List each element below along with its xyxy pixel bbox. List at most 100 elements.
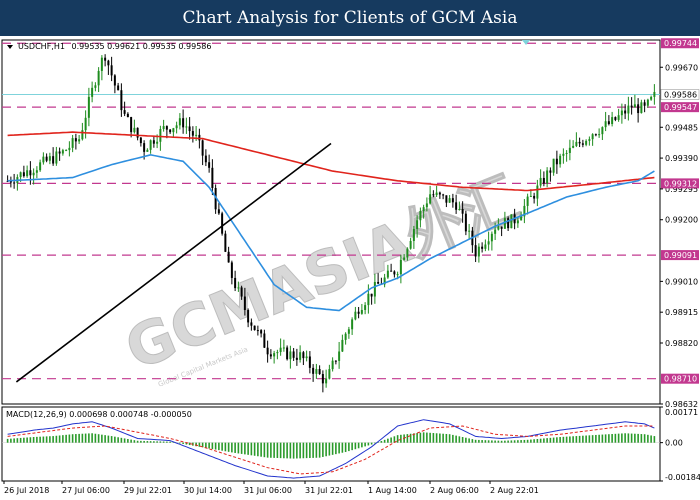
candle-body bbox=[94, 85, 97, 88]
macd-histogram-bar bbox=[465, 437, 467, 443]
candle-body bbox=[451, 198, 454, 203]
macd-histogram-bar bbox=[627, 433, 630, 443]
candle-body bbox=[123, 110, 126, 114]
macd-histogram-bar bbox=[552, 437, 555, 443]
macd-histogram-bar bbox=[526, 439, 529, 443]
candle-body bbox=[581, 143, 584, 145]
macd-y-tick-label: 0.00171 bbox=[665, 408, 698, 417]
candle-body bbox=[484, 244, 487, 249]
macd-histogram-bar bbox=[634, 433, 636, 443]
macd-histogram-bar bbox=[653, 436, 656, 443]
macd-histogram-bar bbox=[435, 433, 438, 443]
macd-histogram-bar bbox=[305, 442, 308, 459]
candle-body bbox=[403, 257, 406, 260]
candle-body bbox=[81, 130, 84, 140]
chart-symbol-info: USDCHF,H1 0.99535 0.99621 0.99535 0.9958… bbox=[18, 42, 211, 51]
macd-histogram-bar bbox=[218, 442, 220, 451]
macd-histogram-bar bbox=[523, 439, 526, 443]
macd-histogram-bar bbox=[23, 437, 25, 443]
candle-body bbox=[646, 99, 649, 106]
candle-body bbox=[494, 229, 497, 234]
macd-histogram-bar bbox=[143, 440, 145, 443]
candle-body bbox=[273, 353, 276, 357]
candle-body bbox=[526, 196, 529, 206]
candle-body bbox=[432, 194, 435, 196]
candle-body bbox=[351, 319, 354, 330]
macd-histogram-bar bbox=[296, 442, 298, 459]
macd-histogram-bar bbox=[344, 442, 347, 453]
candle-body bbox=[61, 150, 64, 154]
candle-body bbox=[653, 91, 656, 97]
candle-body bbox=[328, 369, 331, 379]
candle-body bbox=[419, 211, 422, 221]
candle-body bbox=[113, 75, 116, 86]
y-tick-label: 0.99670 bbox=[665, 63, 698, 72]
candle-body bbox=[549, 170, 552, 173]
macd-histogram-bar bbox=[114, 436, 116, 443]
candle-body bbox=[331, 360, 334, 370]
macd-histogram-bar bbox=[65, 434, 67, 443]
candle-body bbox=[308, 356, 311, 368]
candle-body bbox=[78, 139, 81, 142]
macd-histogram-bar bbox=[458, 436, 461, 443]
x-tick-label: 2 Aug 22:01 bbox=[490, 486, 539, 495]
macd-histogram-bar bbox=[78, 433, 80, 443]
macd-histogram-bar bbox=[283, 442, 285, 459]
candle-body bbox=[591, 134, 594, 140]
y-tick-label: 0.99485 bbox=[665, 123, 698, 132]
macd-histogram-bar bbox=[315, 442, 318, 458]
macd-histogram-bar bbox=[582, 435, 584, 443]
y-tick-label: 0.99010 bbox=[665, 277, 698, 286]
macd-histogram-bar bbox=[16, 438, 19, 443]
candle-body bbox=[533, 195, 536, 199]
candle-body bbox=[461, 209, 464, 214]
macd-histogram-bar bbox=[533, 439, 535, 443]
candle-body bbox=[578, 141, 581, 144]
candle-body bbox=[68, 147, 71, 151]
macd-histogram-bar bbox=[286, 442, 288, 459]
candle-body bbox=[302, 352, 305, 359]
macd-histogram-bar bbox=[471, 439, 474, 443]
candle-body bbox=[172, 128, 175, 133]
candle-body bbox=[360, 309, 363, 314]
candle-body bbox=[247, 310, 250, 323]
candle-body bbox=[552, 158, 555, 173]
candle-body bbox=[178, 118, 181, 126]
macd-histogram-bar bbox=[266, 442, 269, 458]
macd-histogram-bar bbox=[19, 437, 22, 443]
macd-histogram-bar bbox=[426, 432, 428, 443]
macd-histogram-bar bbox=[617, 433, 620, 443]
macd-histogram-bar bbox=[71, 434, 74, 443]
macd-histogram-bar bbox=[422, 432, 425, 443]
candle-body bbox=[117, 85, 120, 91]
candle-body bbox=[266, 347, 269, 355]
macd-histogram-bar bbox=[130, 439, 132, 443]
macd-histogram-bar bbox=[62, 435, 64, 443]
macd-histogram-bar bbox=[647, 434, 649, 443]
macd-histogram-bar bbox=[588, 435, 591, 443]
candle-body bbox=[435, 192, 438, 196]
candle-body bbox=[26, 170, 29, 177]
macd-histogram-bar bbox=[104, 435, 106, 443]
macd-histogram-bar bbox=[624, 433, 626, 443]
macd-histogram-bar bbox=[348, 442, 350, 452]
candle-body bbox=[240, 287, 243, 297]
candle-body bbox=[354, 311, 357, 320]
macd-histogram-bar bbox=[260, 442, 262, 457]
macd-histogram-bar bbox=[325, 442, 327, 457]
candle-body bbox=[604, 121, 607, 128]
candle-body bbox=[230, 262, 233, 278]
chart-symbol: USDCHF,H1 bbox=[18, 42, 65, 51]
macd-histogram-bar bbox=[448, 434, 451, 443]
candle-body bbox=[315, 369, 318, 374]
candle-body bbox=[539, 177, 542, 186]
macd-histogram-bar bbox=[149, 441, 152, 443]
candle-body bbox=[19, 172, 22, 178]
page-title: Chart Analysis for Clients of GCM Asia bbox=[0, 0, 700, 36]
macd-histogram-bar bbox=[637, 433, 639, 443]
candle-body bbox=[175, 125, 178, 129]
macd-histogram-bar bbox=[608, 434, 610, 443]
time-axis: 26 Jul 2018 27 Jul 06:00 29 Jul 22:01 30 Ju… bbox=[3, 481, 539, 495]
candle-body bbox=[481, 246, 484, 249]
macd-histogram-bar bbox=[162, 441, 165, 443]
